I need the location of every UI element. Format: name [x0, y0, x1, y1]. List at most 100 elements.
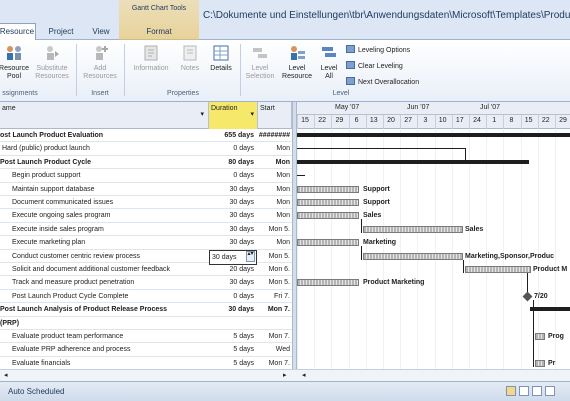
table-row[interactable]: Evaluate PRP adherence and process 5 days…	[0, 343, 292, 357]
task-start-cell[interactable]: Mon 7.	[258, 357, 292, 369]
task-start-cell[interactable]: Mon 7.	[258, 303, 292, 316]
task-duration-cell[interactable]: 655 days	[209, 129, 257, 142]
table-row[interactable]: Document communicated issues 30 days Mon	[0, 196, 292, 210]
task-duration-cell[interactable]: 30 days	[209, 223, 257, 236]
table-row[interactable]: ost Launch Product Evaluation 655 days ###…	[0, 129, 292, 143]
link-line[interactable]	[533, 340, 534, 367]
scroll-right-icon[interactable]: ▸	[283, 371, 287, 379]
resource-sheet-view-icon[interactable]	[545, 386, 555, 396]
task-duration-cell[interactable]: 5 days	[209, 357, 257, 369]
task-bar[interactable]	[297, 239, 359, 247]
table-row[interactable]: Execute inside sales program 30 days Mon 5…	[0, 223, 292, 237]
task-duration-cell[interactable]: 0 days	[209, 290, 257, 303]
task-name-cell[interactable]: Execute ongoing sales program	[0, 209, 209, 222]
task-name-cell[interactable]: Conduct customer centric review process	[0, 250, 209, 263]
task-duration-cell[interactable]: 30 days	[209, 196, 257, 209]
task-name-cell[interactable]: Post Launch Product Cycle	[0, 156, 209, 169]
team-planner-view-icon[interactable]	[532, 386, 542, 396]
task-name-cell[interactable]: Evaluate PRP adherence and process	[0, 343, 209, 356]
task-start-cell[interactable]: Mon 5.	[258, 250, 292, 263]
table-row[interactable]: Solicit and document additional customer…	[0, 263, 292, 277]
task-bar[interactable]	[363, 252, 463, 260]
level-all-button[interactable]: Level All	[316, 43, 342, 81]
task-duration-cell[interactable]: 30 days	[209, 236, 257, 249]
task-start-cell[interactable]: Fri 7.	[258, 290, 292, 303]
link-line[interactable]	[463, 259, 464, 273]
tab-view[interactable]: View	[84, 24, 118, 40]
task-start-cell[interactable]: Mon 5.	[258, 276, 292, 289]
task-name-cell[interactable]: Post Launch Product Cycle Complete	[0, 290, 209, 303]
details-button[interactable]: Details	[206, 43, 236, 73]
task-name-cell[interactable]: Hard (public) product launch	[0, 142, 209, 155]
information-button[interactable]: Information	[128, 43, 174, 73]
task-bar[interactable]	[297, 212, 359, 220]
task-start-cell[interactable]: Mon 7.	[258, 330, 292, 343]
milestone-marker[interactable]	[522, 291, 533, 302]
task-name-cell[interactable]: (PRP)	[0, 317, 209, 330]
link-line[interactable]	[361, 246, 362, 260]
task-duration-cell[interactable]: 20 days	[209, 263, 257, 276]
table-row[interactable]: Evaluate financials 5 days Mon 7.	[0, 357, 292, 369]
column-header-duration[interactable]: Duration ▾	[209, 102, 258, 129]
task-name-cell[interactable]: Post Launch Analysis of Product Release …	[0, 303, 209, 316]
table-row[interactable]: Evaluate product team performance 5 days M…	[0, 330, 292, 344]
table-row[interactable]: Hard (public) product launch 0 days Mon	[0, 142, 292, 156]
tab-format[interactable]: Format	[134, 24, 184, 40]
horizontal-scrollbar[interactable]: ◂ ▸ ◂	[0, 369, 570, 381]
task-start-cell[interactable]: Mon	[258, 142, 292, 155]
task-duration-cell[interactable]: 30 days	[209, 276, 257, 289]
duration-spinner-icon[interactable]: ▴▾	[246, 250, 255, 262]
task-duration-cell[interactable]: 30 days	[209, 183, 257, 196]
chevron-down-icon[interactable]: ▾	[200, 110, 204, 118]
table-row[interactable]: Post Launch Product Cycle Complete 0 days…	[0, 290, 292, 304]
column-header-start[interactable]: Start	[258, 102, 292, 129]
task-start-cell[interactable]: Wed	[258, 343, 292, 356]
scheduling-mode-status[interactable]: Auto Scheduled	[8, 387, 65, 396]
leveling-options-button[interactable]: Leveling Options	[346, 45, 410, 54]
task-name-cell[interactable]: Evaluate product team performance	[0, 330, 209, 343]
table-row[interactable]: (PRP)	[0, 317, 292, 330]
task-start-cell[interactable]: Mon	[258, 169, 292, 182]
task-usage-view-icon[interactable]	[519, 386, 529, 396]
link-line[interactable]	[533, 299, 534, 340]
task-start-cell[interactable]: Mon	[258, 236, 292, 249]
table-row[interactable]: Track and measure product penetration 30 …	[0, 276, 292, 290]
resource-pool-button[interactable]: Resource Pool	[0, 43, 34, 81]
task-bar[interactable]	[297, 185, 359, 193]
link-line[interactable]	[361, 219, 362, 233]
task-start-cell[interactable]: Mon 6.	[258, 263, 292, 276]
gantt-view-icon[interactable]	[506, 386, 516, 396]
substitute-resources-button[interactable]: Substitute Resources	[30, 43, 74, 81]
task-bar[interactable]	[297, 279, 359, 287]
column-header-name[interactable]: ame ▾	[0, 102, 209, 129]
scroll-left-icon[interactable]: ◂	[302, 371, 306, 379]
task-start-cell[interactable]: Mon	[258, 156, 292, 169]
table-row[interactable]: Execute ongoing sales program 30 days Mon	[0, 209, 292, 223]
task-duration-cell[interactable]: 80 days	[209, 156, 257, 169]
task-name-cell[interactable]: Document communicated issues	[0, 196, 209, 209]
task-bar[interactable]	[363, 225, 463, 233]
task-name-cell[interactable]: Evaluate financials	[0, 357, 209, 369]
clear-leveling-button[interactable]: Clear Leveling	[346, 61, 403, 70]
task-name-cell[interactable]: Track and measure product penetration	[0, 276, 209, 289]
scroll-left-icon[interactable]: ◂	[4, 371, 8, 379]
notes-button[interactable]: Notes	[176, 43, 204, 73]
table-row[interactable]: Maintain support database 30 days Mon	[0, 183, 292, 196]
task-name-cell[interactable]: ost Launch Product Evaluation	[0, 129, 209, 142]
summary-bar[interactable]	[297, 159, 529, 164]
table-row[interactable]: Begin product support 0 days Mon	[0, 169, 292, 183]
summary-bar[interactable]	[297, 133, 570, 137]
table-row[interactable]: Execute marketing plan 30 days Mon	[0, 236, 292, 250]
link-line[interactable]	[297, 148, 465, 150]
task-start-cell[interactable]: Mon	[258, 209, 292, 222]
task-duration-cell[interactable]: 0 days	[209, 169, 257, 182]
task-name-cell[interactable]: Execute marketing plan	[0, 236, 209, 249]
table-row[interactable]: Post Launch Product Cycle 80 days Mon	[0, 156, 292, 170]
task-bar[interactable]	[535, 359, 545, 367]
task-name-cell[interactable]: Maintain support database	[0, 183, 209, 196]
task-bar[interactable]	[297, 199, 359, 206]
task-duration-cell[interactable]: 5 days	[209, 343, 257, 356]
summary-bar[interactable]	[530, 307, 570, 312]
level-resource-button[interactable]: Level Resource	[279, 43, 315, 81]
level-selection-button[interactable]: Level Selection	[241, 43, 279, 81]
